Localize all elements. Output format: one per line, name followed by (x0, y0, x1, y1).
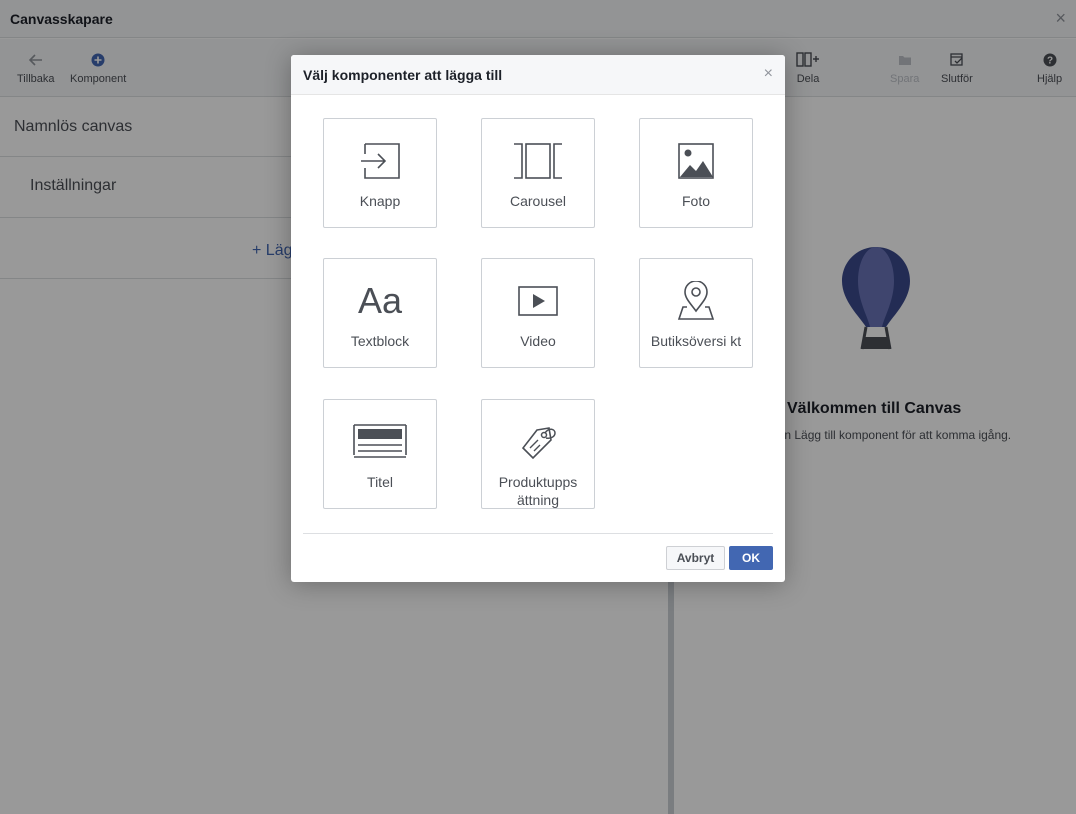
text-icon: Aa (357, 280, 403, 321)
tile-carousel[interactable]: Carousel (481, 118, 595, 228)
tile-product-set[interactable]: Produktupps ättning (481, 399, 595, 509)
map-pin-icon (677, 281, 715, 320)
tile-title[interactable]: Titel (323, 399, 437, 509)
tile-video[interactable]: Video (481, 258, 595, 368)
tile-store-locator[interactable]: Butiksöversi kt (639, 258, 753, 368)
dialog-title: Välj komponenter att lägga till (303, 67, 503, 83)
tile-label: Titel (367, 474, 393, 490)
button-icon (361, 143, 400, 179)
carousel-icon (514, 143, 562, 179)
tile-label: Video (520, 333, 556, 349)
dialog-footer-divider (303, 533, 773, 534)
tile-label: Butiksöversi kt (650, 333, 742, 349)
tag-icon (521, 427, 556, 460)
tile-button[interactable]: Knapp (323, 118, 437, 228)
tile-label: Textblock (350, 333, 410, 349)
tile-textblock[interactable]: Aa Textblock (323, 258, 437, 368)
dialog-close-icon[interactable]: × (764, 65, 773, 83)
dialog-header: Välj komponenter att lägga till × (291, 55, 785, 95)
tile-label: Foto (681, 193, 710, 209)
choose-components-dialog: Välj komponenter att lägga till × Knapp … (291, 55, 785, 582)
tile-label: Knapp (359, 193, 401, 209)
ok-button[interactable]: OK (729, 546, 773, 570)
cancel-button[interactable]: Avbryt (666, 546, 725, 570)
tile-label: Produktupps ättning (498, 474, 578, 508)
video-icon (518, 286, 558, 316)
tile-photo[interactable]: Foto (639, 118, 753, 228)
tile-label: Carousel (509, 193, 567, 209)
photo-icon (678, 143, 714, 179)
title-icon (353, 424, 407, 458)
